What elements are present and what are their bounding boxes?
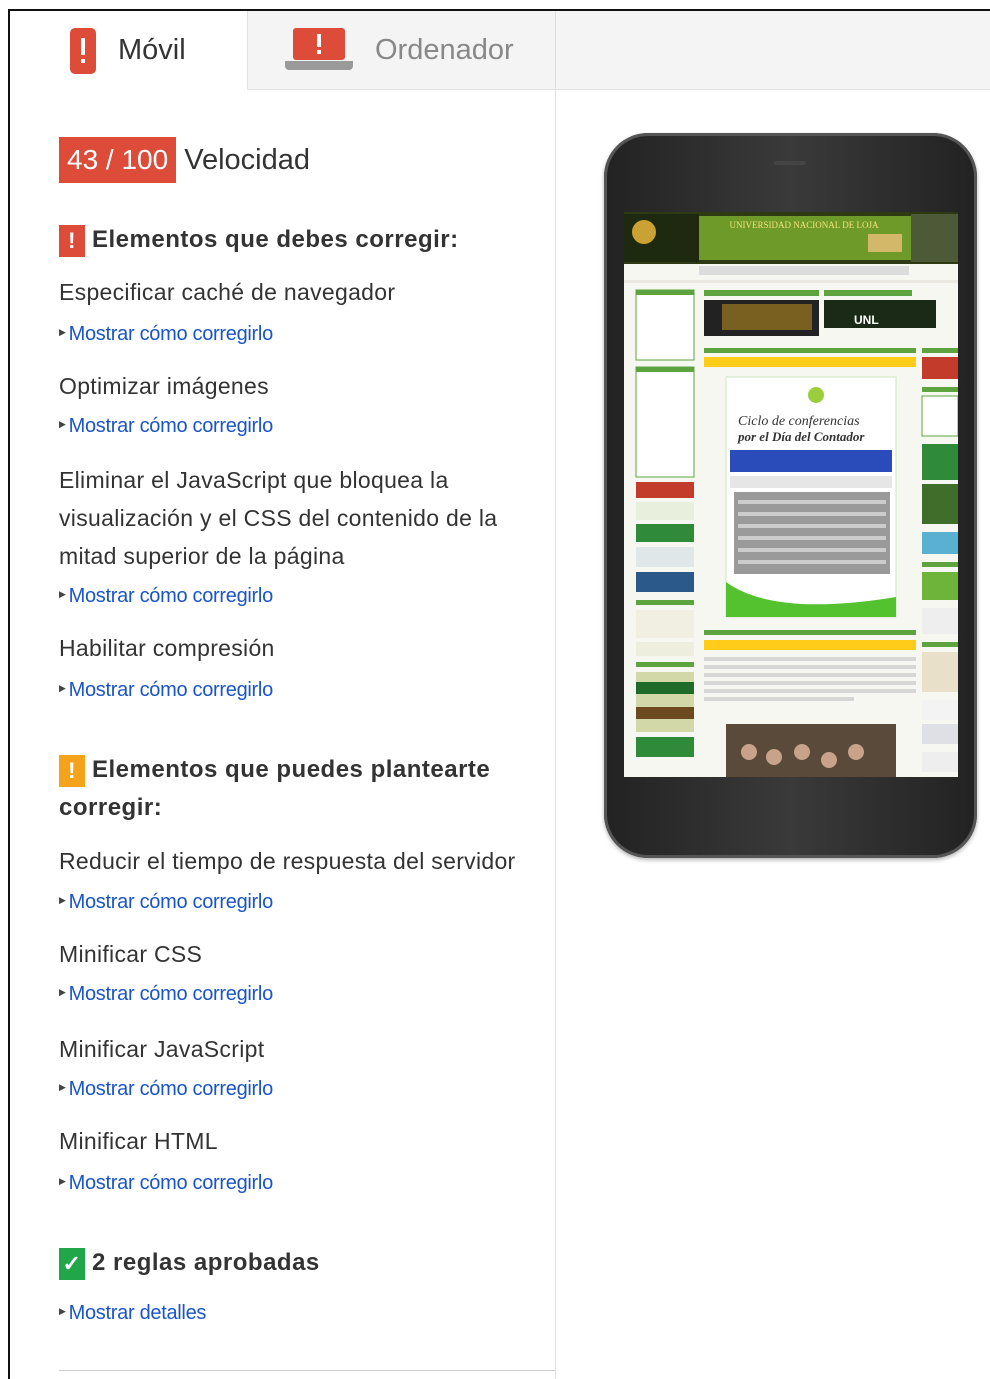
score-badge: 43 / 100: [59, 137, 177, 183]
tab-desktop-label: Ordenador: [375, 33, 514, 66]
tab-mobile[interactable]: Móvil: [10, 11, 248, 90]
expand-arrow-icon: ▶: [59, 987, 66, 998]
rule-title: Reducir el tiempo de respuesta del servi…: [59, 848, 516, 874]
show-fix-link[interactable]: ▶ Mostrar cómo corregirlo: [59, 891, 273, 914]
show-fix-link[interactable]: ▶ Mostrar cómo corregirlo: [59, 983, 273, 1006]
desktop-warning-icon: [285, 28, 353, 72]
expand-arrow-icon: ▶: [59, 1176, 66, 1187]
show-fix-link[interactable]: ▶ Mostrar cómo corregirlo: [59, 1172, 273, 1195]
must-fix-title: Elementos que debes corregir:: [92, 226, 459, 253]
rule-title: Especificar caché de navegador: [59, 279, 396, 305]
expand-arrow-icon: ▶: [59, 1306, 66, 1317]
check-flag-icon: ✓: [59, 1247, 85, 1280]
expand-arrow-icon: ▶: [59, 683, 66, 694]
score-row: 43 / 100 Velocidad: [59, 137, 310, 183]
warning-flag-icon: !: [59, 754, 85, 787]
passed-heading: ✓ 2 reglas aprobadas: [59, 1244, 320, 1282]
error-flag-icon: !: [59, 224, 85, 257]
rule-title: Habilitar compresión: [59, 635, 275, 661]
expand-arrow-icon: ▶: [59, 589, 66, 600]
rule-title: Optimizar imágenes: [59, 373, 269, 399]
tab-desktop[interactable]: Ordenador: [248, 11, 556, 89]
mobile-warning-icon: [70, 27, 96, 74]
rule-title: Minificar HTML: [59, 1128, 218, 1154]
tab-mobile-label: Móvil: [118, 34, 186, 66]
section-separator: [59, 1370, 555, 1371]
rule-title: Minificar CSS: [59, 941, 203, 967]
badge-text: UNL: [854, 313, 879, 327]
expand-arrow-icon: ▶: [59, 419, 66, 430]
show-fix-link[interactable]: ▶ Mostrar cómo corregirlo: [59, 323, 273, 346]
poster-heading-1: Ciclo de conferencias: [738, 414, 860, 429]
poster-heading-2: por el Día del Contador: [737, 429, 865, 444]
expand-arrow-icon: ▶: [59, 895, 66, 906]
column-divider: [555, 90, 556, 1379]
expand-arrow-icon: ▶: [59, 327, 66, 338]
score-label: Velocidad: [184, 143, 310, 176]
rule-title: Minificar JavaScript: [59, 1036, 265, 1062]
show-fix-link[interactable]: ▶ Mostrar cómo corregirlo: [59, 415, 273, 438]
page-screenshot: UNIVERSIDAD NACIONAL DE LOJA UNL Ciclo d…: [624, 212, 958, 777]
device-tabs: Móvil Ordenador: [10, 11, 990, 90]
show-fix-link[interactable]: ▶ Mostrar cómo corregirlo: [59, 679, 273, 702]
show-fix-link[interactable]: ▶ Mostrar cómo corregirlo: [59, 585, 273, 608]
show-fix-link[interactable]: ▶ Mostrar cómo corregirlo: [59, 1078, 273, 1101]
site-banner-text: UNIVERSIDAD NACIONAL DE LOJA: [730, 220, 879, 230]
rule-title: Eliminar el JavaScript que bloquea la vi…: [59, 467, 498, 569]
show-details-link[interactable]: ▶ Mostrar detalles: [59, 1302, 206, 1325]
phone-speaker: [774, 161, 806, 165]
should-fix-heading: ! Elementos que puedes plantearte corregi…: [59, 754, 491, 821]
phone-preview: UNIVERSIDAD NACIONAL DE LOJA UNL Ciclo d…: [604, 133, 977, 858]
must-fix-heading: ! Elementos que debes corregir:: [59, 221, 459, 259]
expand-arrow-icon: ▶: [59, 1082, 66, 1093]
